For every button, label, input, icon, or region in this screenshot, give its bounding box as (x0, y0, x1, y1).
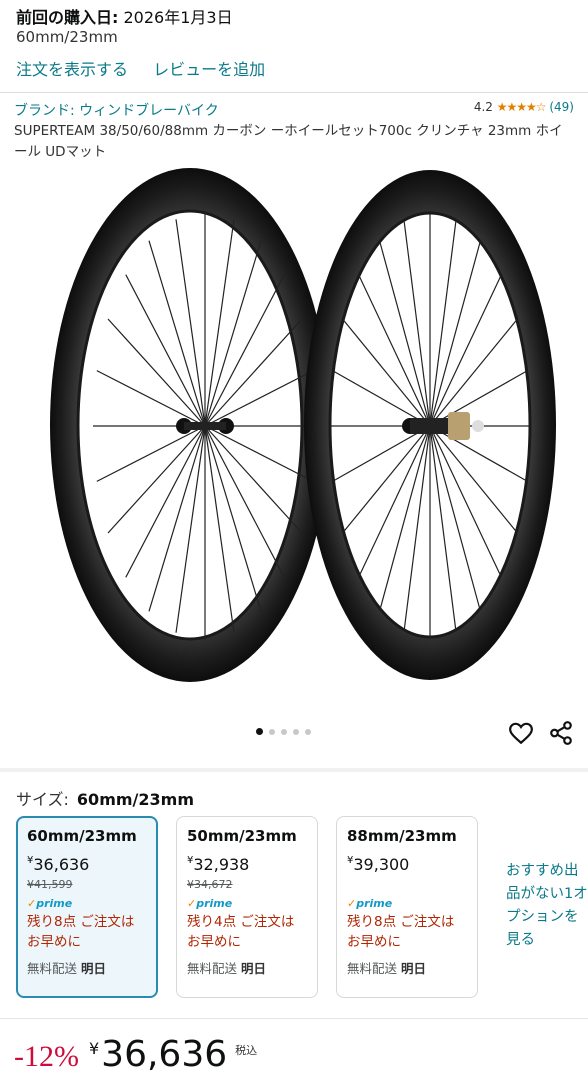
ship-day: 明日 (81, 961, 107, 976)
divider (0, 92, 588, 93)
option-size: 60mm/23mm (27, 827, 137, 845)
carousel-dot[interactable] (281, 728, 287, 735)
ship-day: 明日 (401, 961, 427, 976)
option-price: ¥39,300 (347, 855, 467, 874)
prime-check-icon: ✓ (27, 897, 37, 910)
divider (0, 1018, 588, 1019)
last-purchase: 前回の購入日: 2026年1月3日 (16, 4, 233, 28)
rear-wheel (304, 170, 556, 680)
option-price: ¥36,636 (27, 855, 147, 874)
carousel-dot[interactable] (269, 728, 275, 735)
option-price-amount: 39,300 (353, 855, 410, 874)
product-title: SUPERTEAM 38/50/60/88mm カーボン ーホイールセット700… (14, 123, 563, 160)
option-stock: 残り8点 ご注文はお早めに (347, 914, 455, 950)
option-shipping: 無料配送 明日 (27, 958, 147, 977)
order-actions: 注文を表示する レビューを追加 (16, 56, 285, 80)
ship-label: 無料配送 (27, 961, 78, 976)
option-price: ¥32,938 (187, 855, 307, 874)
tax-included-label: 税込 (235, 1044, 258, 1057)
product-image[interactable] (0, 168, 588, 708)
size-label: サイズ: (16, 790, 69, 809)
size-option-50mm[interactable]: 50mm/23mm ¥32,938 ¥34,672 ✓prime 残り4点 ご注… (176, 816, 318, 998)
option-size: 88mm/23mm (347, 827, 457, 845)
option-list-price: ¥34,672 (187, 878, 233, 891)
rating-stars-icon: ★★★★☆ (496, 100, 547, 114)
add-review-link[interactable]: レビューを追加 (153, 60, 265, 79)
front-wheel (50, 168, 330, 682)
carousel-dots[interactable] (256, 728, 311, 735)
option-stock: 残り8点 ご注文はお早めに (27, 914, 135, 950)
prime-label: prime (196, 897, 233, 910)
option-size: 50mm/23mm (187, 827, 297, 845)
prime-badge: ✓prime (347, 897, 467, 910)
prime-label: prime (356, 897, 393, 910)
last-purchase-date: 2026年1月3日 (123, 8, 233, 27)
purchased-variant: 60mm/23mm (16, 28, 118, 46)
option-list-price: ¥41,599 (27, 878, 73, 891)
rating-summary[interactable]: 4.2 ★★★★☆ (49) (474, 100, 574, 114)
discount-percent: -12% (14, 1040, 79, 1073)
size-option-60mm[interactable]: 60mm/23mm ¥36,636 ¥41,599 ✓prime 残り8点 ご注… (16, 816, 158, 998)
option-price-amount: 36,636 (33, 855, 90, 874)
heart-icon[interactable] (508, 720, 534, 746)
option-stock: 残り4点 ご注文はお早めに (187, 914, 295, 950)
selected-size: 60mm/23mm (76, 790, 194, 809)
prime-check-icon: ✓ (347, 897, 357, 910)
size-option-88mm[interactable]: 88mm/23mm ¥39,300 ✓prime 残り8点 ご注文はお早めに 無… (336, 816, 478, 998)
see-more-options-link[interactable]: おすすめ出品がない1オプションを見る (506, 860, 588, 952)
size-selector-label: サイズ: 60mm/23mm (16, 786, 194, 810)
prime-label: prime (36, 897, 73, 910)
share-icon[interactable] (548, 720, 574, 746)
section-separator (0, 768, 588, 772)
prime-badge: ✓prime (27, 897, 147, 910)
option-price-amount: 32,938 (193, 855, 250, 874)
carousel-dot[interactable] (256, 728, 263, 735)
buybox-price: -12% ¥ 36,636 税込 (14, 1034, 257, 1075)
prime-badge: ✓prime (187, 897, 307, 910)
carousel-dot[interactable] (305, 728, 311, 735)
prime-check-icon: ✓ (187, 897, 197, 910)
ship-day: 明日 (241, 961, 267, 976)
rating-value: 4.2 (473, 100, 493, 114)
brand-link[interactable]: ブランド: ウィンドブレーバイク (14, 100, 219, 120)
price-amount: 36,636 (101, 1034, 228, 1075)
rating-count[interactable]: (49) (549, 100, 574, 114)
yen-symbol: ¥ (88, 1039, 100, 1058)
option-shipping: 無料配送 明日 (187, 958, 307, 977)
option-shipping: 無料配送 明日 (347, 958, 467, 977)
last-purchase-label: 前回の購入日: (16, 8, 119, 27)
carousel-dot[interactable] (293, 728, 299, 735)
ship-label: 無料配送 (187, 961, 238, 976)
view-order-link[interactable]: 注文を表示する (16, 60, 128, 79)
ship-label: 無料配送 (347, 961, 398, 976)
